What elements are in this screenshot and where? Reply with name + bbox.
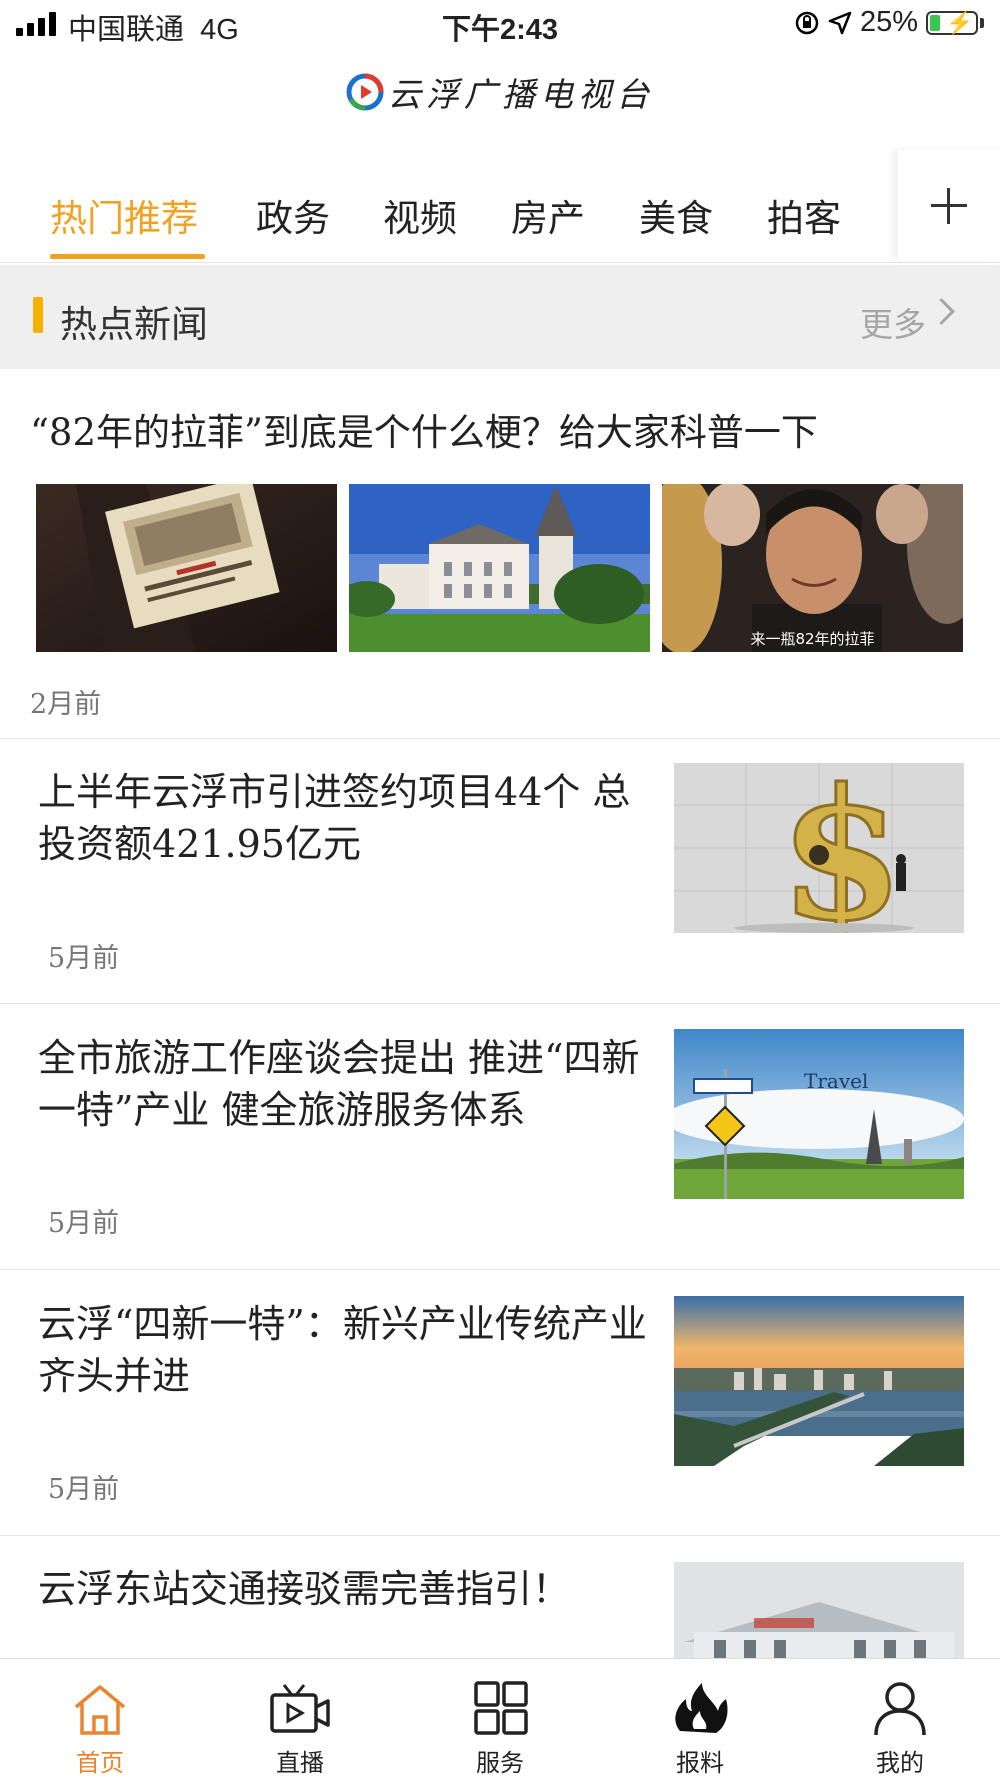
app-title: 云浮广播电视台	[388, 75, 654, 114]
tab-video[interactable]: 视频	[383, 188, 457, 242]
news-title-3[interactable]: 云浮“四新一特”：新兴产业传统产业齐头并进	[38, 1298, 668, 1402]
nav-services[interactable]: 服务	[400, 1659, 600, 1779]
section-accent-bar	[33, 297, 43, 333]
app-logo: 云浮广播电视台	[0, 68, 1000, 116]
nav-report[interactable]: 报料	[600, 1659, 800, 1779]
section-title: 热点新闻	[60, 303, 208, 346]
nav-live-label: 直播	[276, 1749, 324, 1777]
grid-icon	[474, 1681, 528, 1735]
category-tabs: 热门推荐 政务 视频 房产 美食 拍客	[0, 150, 1000, 263]
tab-government[interactable]: 政务	[256, 188, 330, 242]
status-right: 25% ⚡	[794, 6, 984, 39]
tv-icon	[270, 1684, 330, 1733]
divider	[0, 1535, 1000, 1536]
battery-percent: 25%	[859, 6, 918, 38]
home-icon	[74, 1685, 126, 1735]
more-link[interactable]: 更多	[860, 298, 926, 346]
nav-home[interactable]: 首页	[0, 1659, 200, 1779]
travel-image[interactable]: Travel	[674, 1029, 964, 1199]
logo-icon	[346, 73, 384, 111]
nav-home-label: 首页	[76, 1749, 124, 1777]
news-title-2[interactable]: 全市旅游工作座谈会提出 推进“四新一特”产业 健全旅游服务体系	[38, 1032, 668, 1136]
nav-live[interactable]: 直播	[200, 1659, 400, 1779]
tab-food[interactable]: 美食	[639, 188, 713, 242]
divider	[0, 738, 1000, 739]
active-tab-indicator	[50, 254, 205, 259]
dollar-sign-image[interactable]: $	[674, 763, 964, 933]
nav-report-label: 报料	[676, 1749, 724, 1777]
nav-me-label: 我的	[876, 1749, 924, 1777]
news-time-2: 5月前	[48, 1208, 120, 1239]
news-title-1[interactable]: 上半年云浮市引进签约项目44个 总投资额421.95亿元	[38, 766, 668, 870]
news-time-1: 5月前	[48, 943, 120, 974]
station-image[interactable]	[674, 1562, 964, 1658]
svg-text:$: $	[779, 763, 904, 933]
chateau-image[interactable]	[349, 484, 650, 652]
add-tab-icon[interactable]	[898, 150, 1000, 260]
movie-still-image[interactable]: 来一瓶82年的拉菲	[662, 484, 963, 652]
tab-hot[interactable]: 热门推荐	[50, 188, 198, 242]
news-time-3: 5月前	[48, 1474, 120, 1505]
news-title-4[interactable]: 云浮东站交通接驳需完善指引！	[38, 1563, 658, 1615]
city-river-image[interactable]	[674, 1296, 964, 1466]
orientation-lock-icon	[795, 11, 819, 34]
image-overlay-text: Travel	[804, 1069, 869, 1093]
flame-icon	[675, 1683, 728, 1733]
featured-time: 2月前	[30, 689, 102, 720]
divider	[0, 1003, 1000, 1004]
nav-me[interactable]: 我的	[800, 1659, 1000, 1779]
nav-services-label: 服务	[476, 1749, 524, 1777]
tab-real-estate[interactable]: 房产	[511, 188, 585, 242]
tab-snapshots[interactable]: 拍客	[767, 188, 841, 242]
bottom-nav: 首页 直播 服务 报料 我的	[0, 1658, 1000, 1779]
location-icon	[828, 11, 852, 34]
image-caption: 来一瓶82年的拉菲	[750, 630, 875, 648]
status-bar: 中国联通 4G 下午2:43 25% ⚡	[0, 0, 1000, 50]
divider	[0, 1269, 1000, 1270]
user-icon	[874, 1682, 926, 1736]
wine-bottle-image[interactable]	[36, 484, 337, 652]
battery-icon: ⚡	[926, 10, 978, 35]
featured-title[interactable]: “82年的拉菲”到底是个什么梗？给大家科普一下	[30, 402, 818, 456]
